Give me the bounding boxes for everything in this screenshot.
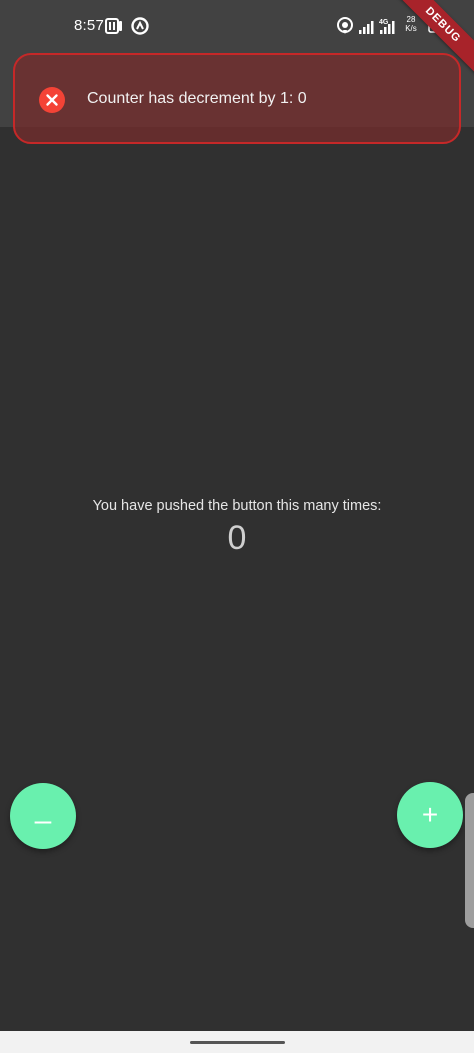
toast-message: Counter has decrement by 1: 0 [87,90,307,107]
hotspot-icon [335,16,355,36]
signal-app-icon [130,16,150,36]
counter-value: 0 [227,519,247,557]
counter-label: You have pushed the button this many tim… [92,498,382,514]
app-screen: 8:57 4G 28 K/s DEBUG Counter has decreme… [0,0,474,1053]
network-speed: 28 K/s [405,15,417,33]
svg-text:4G: 4G [379,19,389,26]
increment-button[interactable]: + [397,782,463,848]
edge-panel-handle[interactable] [465,793,474,928]
navigation-bar [0,1031,474,1053]
error-close-icon [39,87,65,113]
signal-bars-icon [357,16,377,36]
network-4g-icon: 4G [378,16,398,36]
plus-icon: + [421,799,439,830]
minus-icon: – [34,804,52,837]
status-time: 8:57 [74,17,104,34]
error-toast[interactable]: Counter has decrement by 1: 0 [13,53,461,144]
decrement-button[interactable]: – [10,783,76,849]
home-gesture-pill[interactable] [190,1041,285,1044]
status-bar: 8:57 4G 28 K/s [0,0,474,52]
pocket-icon [104,16,124,36]
